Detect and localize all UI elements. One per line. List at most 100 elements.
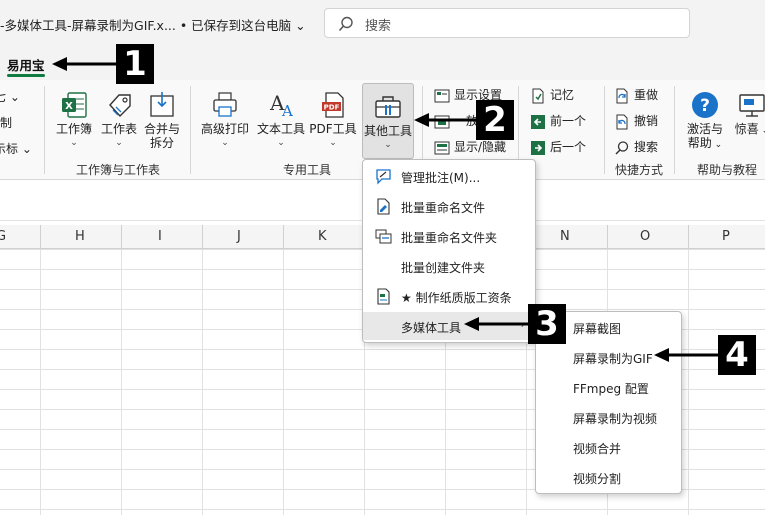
column-header-i[interactable]: I xyxy=(158,229,162,244)
screenshot-label: 屏幕截图 xyxy=(573,322,622,336)
column-header-g[interactable]: G xyxy=(0,229,6,244)
pdf-file-icon: PDF xyxy=(322,92,344,118)
previous-button[interactable]: 前一个 xyxy=(530,112,586,132)
ribbon-separator xyxy=(44,86,45,174)
menu-item-ffmpeg-config[interactable]: FFmpeg 配置 xyxy=(536,373,681,401)
menu-item-video-split[interactable]: 视频分割 xyxy=(536,463,681,491)
redo-label: 重做 xyxy=(634,88,659,102)
column-header-o[interactable]: O xyxy=(640,229,650,244)
pdf-tools-button[interactable]: PDF PDF工具 ⌄ xyxy=(308,82,358,158)
folder-rename-icon xyxy=(375,229,392,244)
merge-split-icon xyxy=(150,92,174,117)
menu-item-batch-rename-files[interactable]: 批量重命名文件 xyxy=(363,192,535,220)
callout-badge-2: 2 xyxy=(476,100,514,140)
column-divider[interactable] xyxy=(283,225,284,249)
surprise-label: 惊喜 ⌄ xyxy=(734,122,765,136)
column-header-j[interactable]: J xyxy=(237,229,241,244)
printer-icon xyxy=(213,92,237,117)
menu-item-manage-comments[interactable]: 管理批注(M)... xyxy=(363,162,535,190)
surprise-button[interactable]: 惊喜 ⌄ xyxy=(732,82,765,158)
worksheet-tag-icon xyxy=(109,94,131,118)
group-label-special: 专用工具 xyxy=(283,163,332,177)
column-header-p[interactable]: P xyxy=(722,229,730,244)
menu-item-batch-rename-folders[interactable]: 批量重命名文件夹 xyxy=(363,222,535,250)
chevron-down-icon: ⌄ xyxy=(115,138,123,148)
column-divider[interactable] xyxy=(607,225,608,249)
window-title[interactable]: -多媒体工具-屏幕录制为GIF.x... • 已保存到这台电脑 ⌄ xyxy=(0,15,306,34)
undo-icon xyxy=(616,114,628,129)
column-divider[interactable] xyxy=(688,225,689,249)
svg-text:A: A xyxy=(281,102,293,120)
search-placeholder: 搜索 xyxy=(365,19,392,34)
activate-help-button[interactable]: ? 激活与 帮助 ⌄ xyxy=(682,82,728,158)
record-video-label: 屏幕录制为视频 xyxy=(573,412,658,426)
remember-button[interactable]: 记忆 xyxy=(530,86,574,106)
tab-yiyongbao[interactable]: 易用宝 xyxy=(7,55,45,74)
other-tools-button[interactable]: 其他工具 ⌄ xyxy=(362,83,414,159)
workbook-button[interactable]: X 工作簿 ⌄ xyxy=(52,82,96,158)
callout-badge-1: 1 xyxy=(116,44,154,84)
previous-label: 前一个 xyxy=(550,114,587,128)
menu-item-record-video[interactable]: 屏幕录制为视频 xyxy=(536,403,681,431)
group-label-workbook: 工作簿与工作表 xyxy=(76,163,161,177)
shortcut-search-label: 搜索 xyxy=(634,140,659,154)
column-header-h[interactable]: H xyxy=(75,229,85,244)
text-tools-label: 文本工具 xyxy=(256,122,305,136)
search-box[interactable]: 搜索 xyxy=(324,8,690,38)
merge-split-button[interactable]: 合并与 拆分 xyxy=(140,82,184,158)
show-hide-button[interactable]: 显示/隐藏 xyxy=(434,138,506,158)
ribbon-cut-item-3[interactable]: 示标 ⌄ xyxy=(0,140,32,157)
remember-label: 记忆 xyxy=(550,88,575,102)
undo-label: 撤销 xyxy=(634,114,659,128)
next-button[interactable]: 后一个 xyxy=(530,138,586,158)
undo-button[interactable]: 撤销 xyxy=(614,112,658,132)
merge-split-label: 合并与 拆分 xyxy=(143,122,180,150)
group-label-help: 帮助与教程 xyxy=(697,163,758,177)
callout-arrow-3 xyxy=(464,317,530,331)
other-tools-label: 其他工具 xyxy=(363,124,412,138)
multimedia-tools-label: 多媒体工具 xyxy=(401,321,462,335)
menu-item-paper-payslip[interactable]: ★ 制作纸质版工资条 xyxy=(363,282,535,310)
chevron-down-icon: ⌄ xyxy=(221,138,229,148)
workbook-label: 工作簿 xyxy=(55,122,92,136)
callout-arrow-4 xyxy=(654,348,720,362)
menu-item-video-merge[interactable]: 视频合并 xyxy=(536,433,681,461)
activate-help-label: 激活与 帮助 ⌄ xyxy=(686,122,723,150)
column-header-k[interactable]: K xyxy=(318,229,327,244)
title-bar: -多媒体工具-屏幕录制为GIF.x... • 已保存到这台电脑 ⌄ 搜索 xyxy=(0,0,765,46)
column-divider[interactable] xyxy=(121,225,122,249)
active-tab-underline xyxy=(7,74,45,77)
ribbon-cut-item-1[interactable]: 七 ⌄ xyxy=(0,88,20,105)
chevron-down-icon: ⌄ xyxy=(329,138,337,148)
worksheet-label: 工作表 xyxy=(100,122,137,136)
pdf-tools-label: PDF工具 xyxy=(309,122,357,136)
ribbon-separator xyxy=(674,86,675,174)
text-format-icon: A A xyxy=(269,91,293,120)
toolbox-icon xyxy=(375,96,401,118)
advanced-print-button[interactable]: 高级打印 ⌄ xyxy=(198,82,252,158)
paper-payslip-label: ★ 制作纸质版工资条 xyxy=(401,291,512,305)
manage-comments-label: 管理批注(M)... xyxy=(401,171,481,185)
column-header-n[interactable]: N xyxy=(560,229,570,244)
callout-badge-4: 4 xyxy=(718,335,756,375)
ribbon-cut-item-2[interactable]: 制 xyxy=(0,114,12,131)
redo-button[interactable]: 重做 xyxy=(614,86,658,106)
ribbon-separator xyxy=(604,86,605,174)
text-tools-button[interactable]: A A 文本工具 ⌄ xyxy=(254,82,308,158)
column-divider[interactable] xyxy=(40,225,41,249)
shortcut-search-button[interactable]: 搜索 xyxy=(614,138,658,158)
payslip-icon xyxy=(377,288,390,305)
file-rename-icon xyxy=(377,198,390,215)
next-label: 后一个 xyxy=(550,140,587,154)
excel-workbook-icon: X xyxy=(62,92,87,118)
show-hide-label: 显示/隐藏 xyxy=(454,140,507,154)
worksheet-button[interactable]: 工作表 ⌄ xyxy=(98,82,140,158)
chevron-down-icon: ⌄ xyxy=(384,140,392,150)
menu-item-batch-create-folders[interactable]: 批量创建文件夹 xyxy=(363,252,535,280)
search-icon xyxy=(615,140,629,155)
redo-icon xyxy=(616,88,628,103)
video-merge-label: 视频合并 xyxy=(573,442,622,456)
svg-text:?: ? xyxy=(700,96,710,116)
column-divider[interactable] xyxy=(202,225,203,249)
help-question-icon: ? xyxy=(692,92,718,118)
